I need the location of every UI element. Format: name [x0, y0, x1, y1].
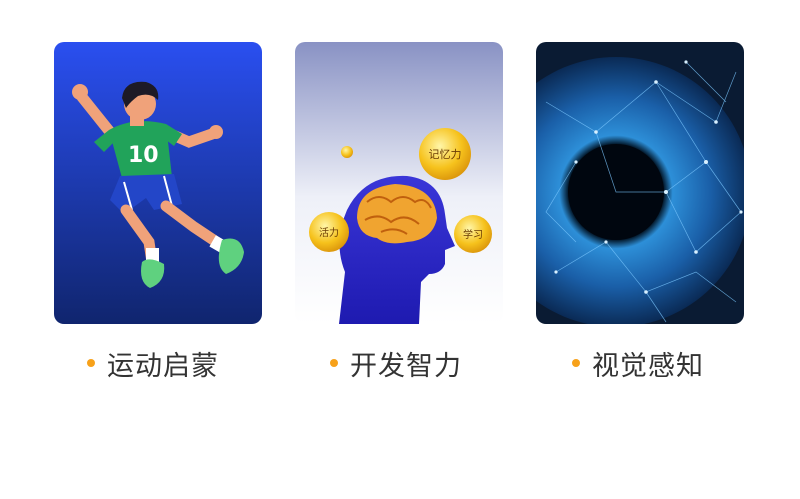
caption-text: 视觉感知	[592, 350, 704, 382]
bullet-dot	[87, 359, 95, 367]
bubble-label-memory: 记忆力	[429, 148, 462, 161]
caption-text: 运动启蒙	[107, 350, 219, 382]
sports-card-image: 10	[54, 42, 262, 324]
eye-iris-network	[536, 42, 744, 324]
running-boy-illustration: 10	[54, 42, 262, 324]
human-head-brain: 记忆力 活力 学习	[295, 42, 503, 324]
vision-card-image	[536, 42, 744, 324]
bubble-label-learning: 学习	[463, 228, 483, 241]
intelligence-card-image: 记忆力 活力 学习	[295, 42, 503, 324]
caption-text: 开发智力	[350, 350, 462, 382]
caption-sports: 运动启蒙	[87, 343, 219, 383]
bubble-label-vitality: 活力	[319, 226, 339, 239]
jersey-number: 10	[128, 143, 159, 168]
bullet-dot	[330, 359, 338, 367]
bullet-dot	[572, 359, 580, 367]
caption-vision: 视觉感知	[572, 343, 704, 383]
caption-intelligence: 开发智力	[330, 343, 462, 383]
